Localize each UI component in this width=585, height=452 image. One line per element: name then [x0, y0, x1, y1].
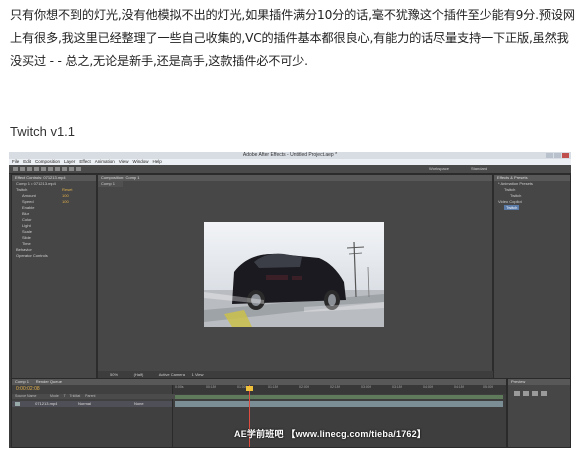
ruler-tick: 02:00f	[299, 385, 309, 389]
minimize-icon[interactable]	[546, 153, 553, 158]
viewer-controls-bar: 50% (Half) Active Camera 1 View	[98, 371, 504, 378]
ae-screenshot: Adobe After Effects - Untitled Project.a…	[9, 152, 571, 448]
resolution-select[interactable]: (Half)	[134, 372, 144, 377]
window-controls	[546, 153, 569, 158]
col-parent: Parent	[85, 394, 96, 398]
camera-tool-icon[interactable]	[41, 167, 46, 171]
ruler-tick: 03:15f	[392, 385, 402, 389]
zoom-tool-icon[interactable]	[27, 167, 32, 171]
layer-parent-select[interactable]: None	[134, 401, 144, 407]
tab-preview[interactable]: Preview	[508, 379, 570, 385]
type-tool-icon[interactable]	[69, 167, 74, 171]
visibility-eye-icon[interactable]	[15, 402, 20, 406]
preview-panel: Preview	[507, 378, 571, 448]
pan-behind-tool-icon[interactable]	[48, 167, 53, 171]
camera-select[interactable]: Active Camera	[159, 372, 185, 377]
article-heading: Twitch v1.1	[10, 124, 76, 139]
timeline-column-headers: Source Name Mode T TrkMat Parent	[12, 394, 175, 399]
layer-duration-bar[interactable]	[175, 401, 503, 407]
ruler-tick: 02:15f	[330, 385, 340, 389]
watermark: AE学前班吧 【www.linecg.com/tieba/1762】	[234, 429, 427, 439]
brush-tool-icon[interactable]	[76, 167, 81, 171]
close-icon[interactable]	[562, 153, 569, 158]
effect-controls-panel: Effect Controls: 071213.mp4 Comp 1 • 071…	[11, 174, 97, 379]
preset-label: Twitch	[504, 205, 520, 210]
layer-mode-select[interactable]: Normal	[78, 401, 91, 407]
maximize-icon[interactable]	[554, 153, 561, 158]
first-frame-icon[interactable]	[514, 391, 520, 396]
view-layout-select[interactable]: 1 View	[192, 372, 204, 377]
effect-label: Speed	[22, 199, 34, 204]
hand-tool-icon[interactable]	[20, 167, 25, 171]
ruler-tick: 01:15f	[268, 385, 278, 389]
next-frame-icon[interactable]	[541, 391, 547, 396]
tab-render-queue[interactable]: Render Queue	[36, 379, 62, 384]
effect-value[interactable]: 100	[62, 199, 69, 205]
ruler-tick: 05:00f	[483, 385, 493, 389]
play-icon[interactable]	[532, 391, 538, 396]
prev-frame-icon[interactable]	[523, 391, 529, 396]
tools-panel: Workspace Standard	[9, 165, 571, 174]
effect-label: Amount	[22, 193, 36, 198]
col-source-name: Source Name	[15, 394, 37, 398]
col-mode: Mode	[50, 394, 59, 398]
ruler-tick: 03:00f	[361, 385, 371, 389]
composition-panel: Composition: Comp 1 Comp 1 50% (Half) Ac…	[97, 174, 504, 379]
tab-comp-timeline[interactable]: Comp 1	[15, 379, 29, 384]
car-frame-image	[204, 222, 384, 327]
zoom-select[interactable]: 50%	[110, 372, 118, 377]
layer-name: 071213.mp4	[35, 401, 58, 406]
playhead-handle[interactable]	[246, 386, 253, 391]
effect-row-operator-controls[interactable]: Operator Controls	[12, 253, 96, 259]
tab-composition[interactable]: Composition: Comp 1	[98, 175, 492, 181]
effects-presets-panel: Effects & Presets * Animation Presets Tw…	[493, 174, 571, 379]
col-t: T	[63, 394, 66, 398]
workspace-select[interactable]: Standard	[471, 166, 487, 172]
window-title: Adobe After Effects - Untitled Project.a…	[242, 152, 338, 158]
ruler-tick: 04:00f	[423, 385, 433, 389]
work-area-bar[interactable]	[175, 395, 503, 399]
ruler-tick: 00:15f	[206, 385, 216, 389]
rotate-tool-icon[interactable]	[34, 167, 39, 171]
preset-item-selected[interactable]: Twitch	[494, 205, 570, 211]
col-trkmat: TrkMat	[69, 394, 81, 398]
shape-tool-icon[interactable]	[55, 167, 60, 171]
pen-tool-icon[interactable]	[62, 167, 67, 171]
layer-row[interactable]: 071213.mp4 Normal None	[12, 401, 172, 407]
window-titlebar: Adobe After Effects - Untitled Project.a…	[9, 152, 571, 159]
comp-name-tab[interactable]: Comp 1	[98, 181, 123, 187]
ruler-tick: 0:00s	[175, 385, 184, 389]
comp-viewer[interactable]	[204, 222, 384, 327]
article-paragraph: 只有你想不到的灯光,没有他模拟不出的灯光,如果插件满分10分的话,毫不犹豫这个插…	[10, 8, 575, 68]
selection-tool-icon[interactable]	[13, 167, 18, 171]
layer-outline: 0:00:02:08 Source Name Mode T TrkMat Par…	[12, 385, 175, 447]
effect-label: Twitch	[16, 187, 28, 192]
workspace-label: Workspace	[429, 166, 449, 171]
preview-controls	[514, 391, 547, 396]
time-ruler[interactable]: 0:00s 00:15f 01:00f 01:15f 02:00f 02:15f…	[173, 385, 506, 394]
current-timecode[interactable]: 0:00:02:08	[16, 386, 40, 392]
ruler-tick: 04:15f	[454, 385, 464, 389]
